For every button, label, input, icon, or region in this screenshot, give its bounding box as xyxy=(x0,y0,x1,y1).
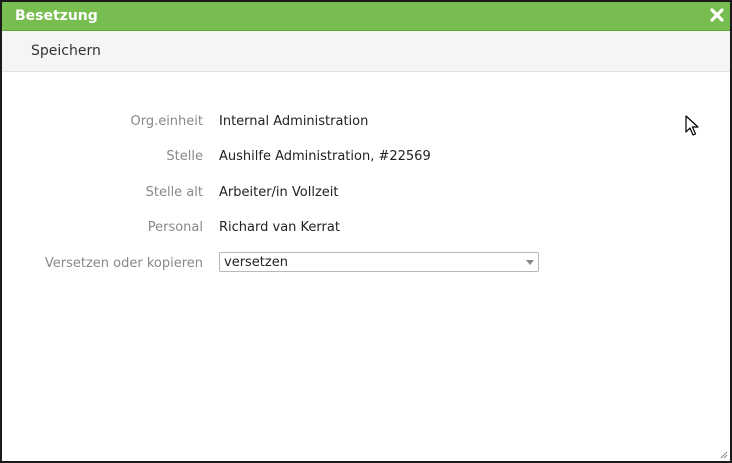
stelle-alt-value: Arbeiter/in Vollzeit xyxy=(219,185,339,200)
close-icon[interactable] xyxy=(708,6,726,24)
org-einheit-label: Org.einheit xyxy=(130,114,203,129)
form-row-stelle-alt: Stelle alt Arbeiter/in Vollzeit xyxy=(2,181,730,205)
versetzen-label: Versetzen oder kopieren xyxy=(44,256,203,271)
dialog-title: Besetzung xyxy=(15,8,98,24)
stelle-value: Aushilfe Administration, #22569 xyxy=(219,149,431,164)
form-row-org-einheit: Org.einheit Internal Administration xyxy=(2,110,730,134)
stelle-label: Stelle xyxy=(166,149,203,164)
form-row-versetzen: Versetzen oder kopieren versetzen xyxy=(2,252,730,276)
chevron-down-icon xyxy=(526,260,534,265)
personal-label: Personal xyxy=(147,220,203,235)
save-button[interactable]: Speichern xyxy=(31,43,101,60)
form-row-stelle: Stelle Aushilfe Administration, #22569 xyxy=(2,145,730,169)
versetzen-select-value: versetzen xyxy=(224,255,288,270)
personal-value: Richard van Kerrat xyxy=(219,220,340,235)
dialog-besetzung: Besetzung Speichern Org.einheit Internal… xyxy=(0,0,732,463)
mouse-pointer-icon xyxy=(685,115,699,136)
resize-grip-icon[interactable] xyxy=(719,450,728,459)
dialog-toolbar: Speichern xyxy=(2,31,730,72)
form-row-personal: Personal Richard van Kerrat xyxy=(2,216,730,240)
org-einheit-value: Internal Administration xyxy=(219,114,369,129)
dialog-titlebar[interactable]: Besetzung xyxy=(2,2,730,31)
stelle-alt-label: Stelle alt xyxy=(145,185,203,200)
versetzen-select[interactable]: versetzen xyxy=(219,252,539,272)
